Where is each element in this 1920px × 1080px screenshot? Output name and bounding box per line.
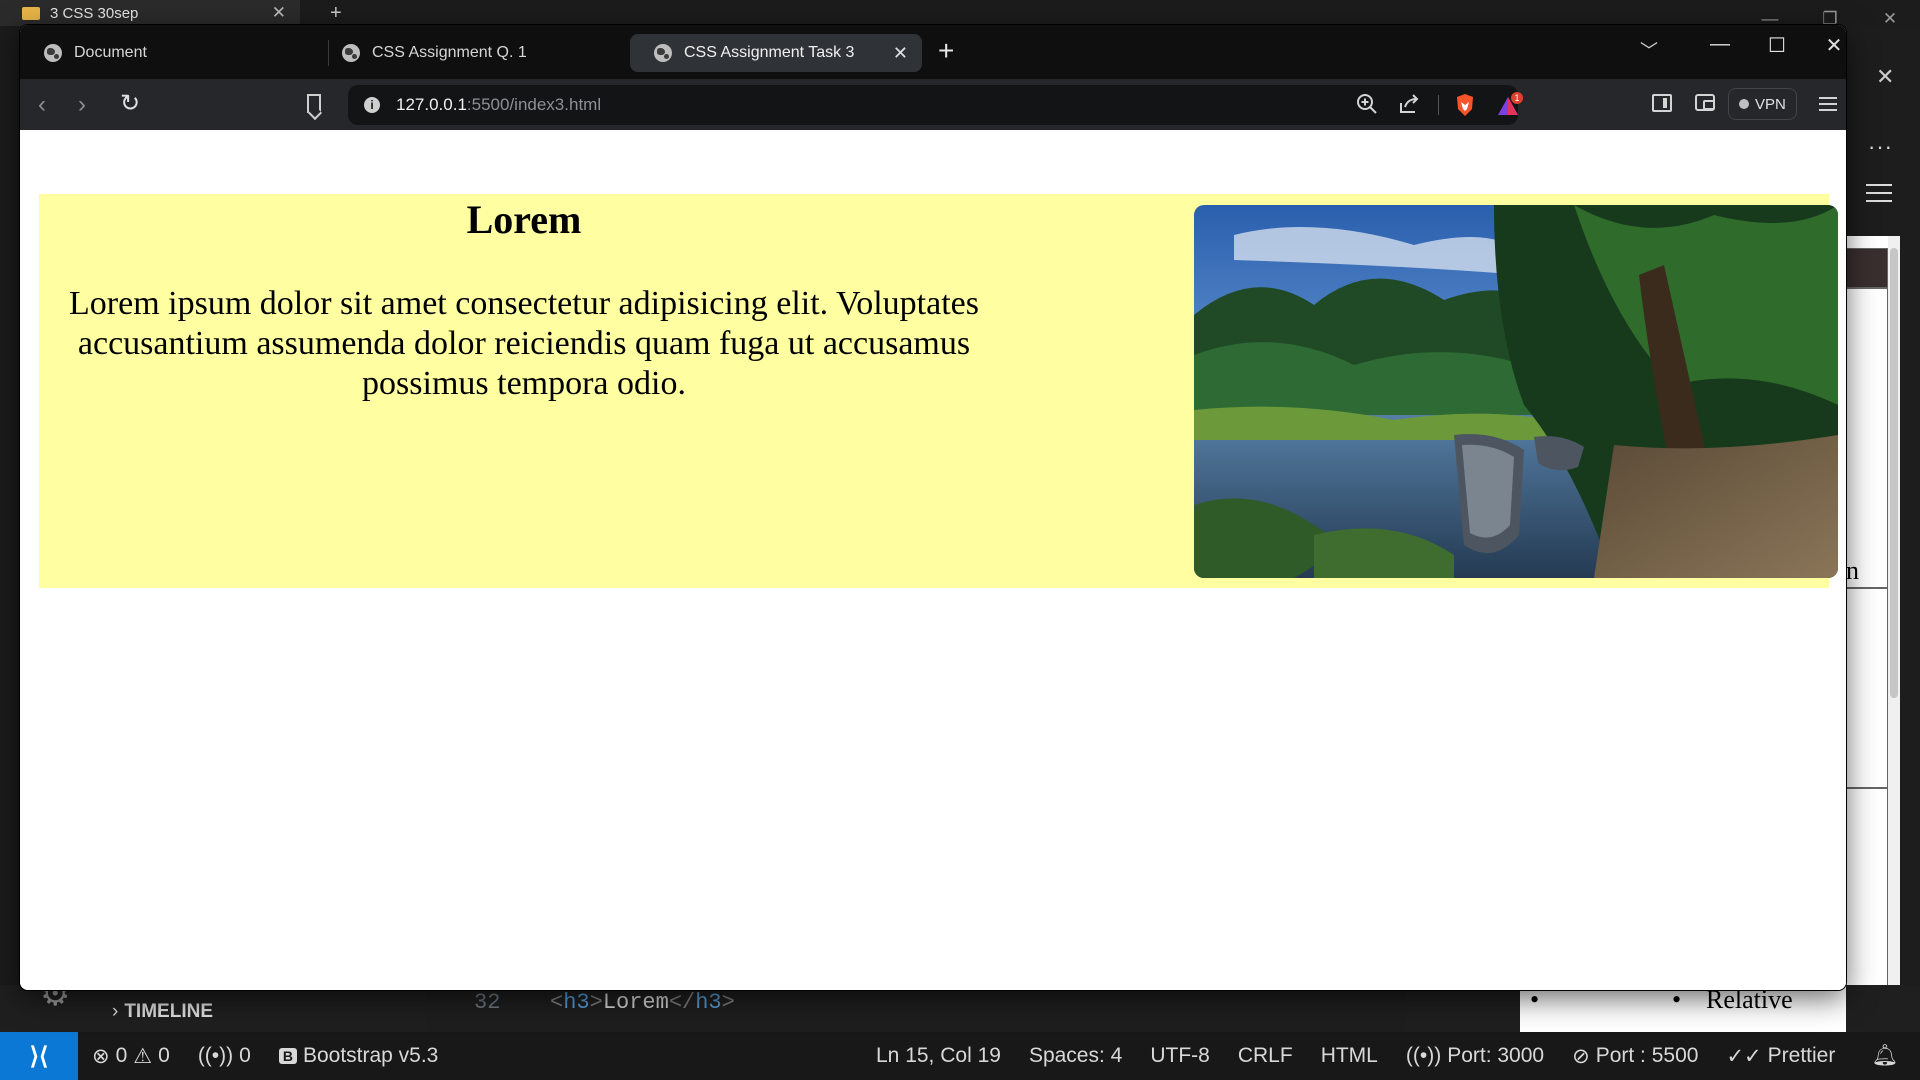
- more-icon[interactable]: ···: [1868, 134, 1893, 160]
- wallet-icon[interactable]: [1695, 94, 1715, 111]
- background-scrollbar[interactable]: [1888, 236, 1900, 1032]
- page-viewport: Lorem Lorem ipsum dolor sit amet consect…: [20, 130, 1846, 990]
- maximize-button[interactable]: ☐: [1757, 33, 1797, 58]
- minimize-button[interactable]: —: [1700, 33, 1740, 56]
- problems-status[interactable]: ⊗ 0 ⚠ 0: [78, 1044, 184, 1069]
- background-folder-tab[interactable]: 3 CSS 30sep ✕: [0, 0, 300, 26]
- code-line[interactable]: <h3>Lorem</h3>: [550, 990, 735, 1015]
- broadcast-icon: ((•)): [1405, 1044, 1442, 1067]
- url-divider: [1438, 95, 1439, 115]
- line-ending[interactable]: CRLF: [1224, 1044, 1307, 1068]
- tab-label: CSS Assignment Task 3: [684, 44, 855, 61]
- brave-rewards-icon[interactable]: 1: [1496, 91, 1524, 119]
- chevron-right-icon: ›: [112, 1001, 119, 1022]
- prettier-label: Prettier: [1767, 1044, 1836, 1067]
- tab-css-assignment-q1[interactable]: CSS Assignment Q. 1: [318, 34, 610, 72]
- warning-icon: ⚠: [133, 1044, 153, 1068]
- table-cell: [1846, 788, 1888, 1018]
- brave-shields-icon[interactable]: [1454, 93, 1476, 117]
- language-mode[interactable]: HTML: [1307, 1044, 1392, 1068]
- url-path: :5500/index3.html: [466, 95, 602, 114]
- hero-text-column: Lorem Lorem ipsum dolor sit amet consect…: [39, 194, 1009, 404]
- broadcast-icon: ((•)): [197, 1044, 234, 1067]
- table-cell: [1846, 288, 1888, 588]
- table-cell: [1846, 248, 1888, 288]
- prettier-status[interactable]: ✓✓ Prettier: [1712, 1044, 1849, 1069]
- rewards-badge: 1: [1514, 93, 1519, 103]
- port-3000-label: Port: 3000: [1447, 1044, 1545, 1067]
- indentation[interactable]: Spaces: 4: [1015, 1044, 1136, 1068]
- error-count: 0: [115, 1044, 128, 1067]
- address-bar[interactable]: i 127.0.0.1:5500/index3.html 1: [348, 85, 1523, 125]
- sidebar-icon[interactable]: [1652, 94, 1672, 112]
- close-window-button[interactable]: ✕: [1814, 33, 1846, 58]
- table-cell: [1846, 588, 1888, 788]
- folder-icon: [22, 6, 40, 20]
- double-check-icon: ✓✓: [1726, 1044, 1762, 1068]
- code-open-tag: h3: [563, 990, 590, 1015]
- url-host: 127.0.0.1: [396, 95, 467, 114]
- reload-button[interactable]: ↻: [120, 89, 140, 118]
- bootstrap-status[interactable]: B Bootstrap v5.3: [265, 1044, 453, 1068]
- hero-section: Lorem Lorem ipsum dolor sit amet consect…: [39, 194, 1838, 588]
- code-close-tag: h3: [695, 990, 722, 1015]
- background-text-fragment: n: [1846, 556, 1859, 585]
- bootstrap-icon: B: [278, 1048, 297, 1064]
- globe-icon: [654, 44, 672, 62]
- ports-count: 0: [239, 1044, 251, 1067]
- background-new-tab-button[interactable]: +: [330, 2, 342, 25]
- vpn-label: VPN: [1755, 95, 1786, 113]
- bell-icon[interactable]: 🔔︎: [1849, 1044, 1920, 1068]
- close-icon[interactable]: ✕: [272, 3, 286, 23]
- close-icon[interactable]: ✕: [1876, 64, 1894, 90]
- warning-count: 0: [158, 1044, 170, 1067]
- tab-strip: Document CSS Assignment Q. 1 CSS Assignm…: [20, 25, 1846, 79]
- remote-icon[interactable]: ⟩⟨: [0, 1032, 78, 1080]
- status-bar: ⟩⟨ ⊗ 0 ⚠ 0 ((•)) 0 B Bootstrap v5.3 Ln 15, …: [0, 1032, 1920, 1080]
- hero-paragraph: Lorem ipsum dolor sit amet consectetur a…: [69, 285, 979, 402]
- port-3000-status[interactable]: ((•)) Port: 3000: [1392, 1044, 1558, 1068]
- browser-toolbar: ‹ › ↻ i 127.0.0.1:5500/index3.html 1 VPN: [20, 79, 1846, 130]
- ports-status[interactable]: ((•)) 0: [184, 1044, 265, 1068]
- tab-document[interactable]: Document: [20, 34, 312, 72]
- code-text: Lorem: [602, 990, 669, 1015]
- chevron-down-icon[interactable]: ﹀: [1640, 37, 1658, 63]
- browser-window: Document CSS Assignment Q. 1 CSS Assignm…: [20, 25, 1846, 990]
- timeline-label: TIMELINE: [124, 1001, 213, 1022]
- live-server-label: Port : 5500: [1595, 1044, 1699, 1067]
- page-title: Lorem: [466, 197, 582, 242]
- bookmark-icon[interactable]: [307, 94, 321, 113]
- menu-icon[interactable]: [1866, 184, 1892, 202]
- encoding[interactable]: UTF-8: [1136, 1044, 1224, 1068]
- boats-on-river-photo: [1194, 205, 1838, 578]
- cursor-position[interactable]: Ln 15, Col 19: [862, 1044, 1015, 1068]
- site-info-icon[interactable]: i: [364, 97, 380, 113]
- globe-icon: [342, 44, 360, 62]
- background-folder-tab-label: 3 CSS 30sep: [50, 4, 139, 22]
- preview-panel: • • Relative: [1512, 985, 1846, 1033]
- line-number: 32: [474, 990, 501, 1015]
- tab-css-assignment-task3[interactable]: CSS Assignment Task 3 ✕: [630, 34, 922, 72]
- back-button[interactable]: ‹: [38, 91, 46, 119]
- forward-button[interactable]: ›: [78, 91, 86, 119]
- globe-icon: [44, 44, 62, 62]
- scrollbar-thumb[interactable]: [1890, 248, 1898, 698]
- tab-label: Document: [74, 44, 147, 61]
- error-icon: ⊗: [92, 1044, 110, 1068]
- timeline-section[interactable]: › TIMELINE: [112, 1001, 213, 1023]
- new-tab-button[interactable]: +: [938, 35, 954, 67]
- vpn-status-icon: [1739, 99, 1749, 109]
- live-server-status[interactable]: ⊘ Port : 5500: [1558, 1044, 1712, 1069]
- zoom-icon[interactable]: [1356, 93, 1378, 115]
- bootstrap-label: Bootstrap v5.3: [302, 1044, 439, 1067]
- menu-icon[interactable]: [1819, 97, 1837, 111]
- vpn-button[interactable]: VPN: [1728, 88, 1797, 120]
- no-entry-icon: ⊘: [1572, 1044, 1590, 1068]
- tab-label: CSS Assignment Q. 1: [372, 44, 527, 61]
- url-text[interactable]: 127.0.0.1:5500/index3.html: [396, 95, 601, 115]
- close-tab-icon[interactable]: ✕: [893, 43, 908, 64]
- share-icon[interactable]: [1398, 93, 1420, 115]
